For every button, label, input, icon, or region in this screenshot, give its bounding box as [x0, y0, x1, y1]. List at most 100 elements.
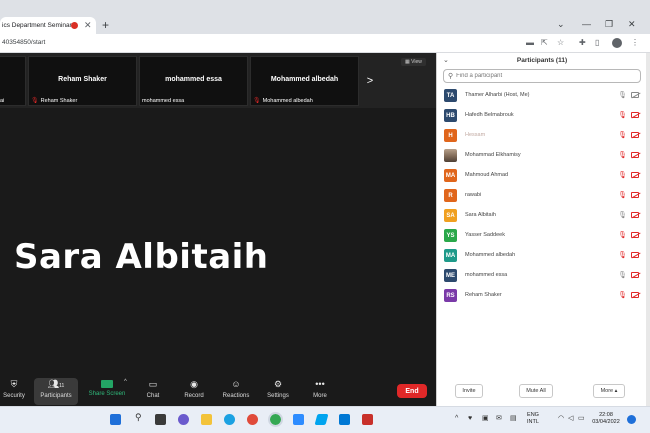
camera-off-icon[interactable] — [631, 112, 639, 118]
mic-icon[interactable]: 🎙︎ — [618, 271, 627, 279]
mute-all-button[interactable]: Mute All — [519, 384, 553, 398]
chrome-icon[interactable] — [268, 412, 283, 427]
muted-mic-icon[interactable]: 🎙︎ — [618, 251, 627, 259]
minimize-button[interactable]: — — [582, 19, 591, 29]
start-windows-icon[interactable] — [110, 414, 121, 425]
video-thumbnail[interactable]: Reham Shaker 🎙︎ Reham Shaker — [28, 56, 137, 106]
bookmark-star-icon[interactable]: ☆ — [557, 38, 564, 48]
meeting-video-area: ai Reham Shaker 🎙︎ Reham Shaker mohammed… — [0, 53, 436, 406]
new-tab-button[interactable]: + — [102, 18, 109, 32]
participant-name: Hessam — [465, 132, 486, 138]
participant-row[interactable]: TA Thamer Alharbi (Host, Me) 🎙︎ — [437, 86, 647, 106]
participant-row[interactable]: H Hessam 🎙︎ — [437, 126, 647, 146]
camera-off-icon[interactable] — [631, 232, 639, 238]
tray-app-icon[interactable]: ♥ — [468, 415, 472, 423]
participant-row[interactable]: RS Reham Shaker 🎙︎ — [437, 286, 647, 306]
pdf-reader-icon[interactable] — [362, 414, 373, 425]
volume-icon[interactable]: ◁ — [568, 415, 573, 423]
camera-off-icon[interactable] — [631, 132, 639, 138]
vscode-icon[interactable] — [314, 414, 329, 425]
settings-label: Settings — [267, 393, 289, 399]
wifi-icon[interactable]: ◠ — [558, 415, 564, 423]
notifications-icon[interactable] — [627, 415, 636, 424]
participants-button[interactable]: 👥︎11 Participants — [34, 378, 78, 405]
firefox-icon[interactable] — [247, 414, 258, 425]
camera-off-icon[interactable] — [631, 272, 639, 278]
muted-mic-icon[interactable]: 🎙︎ — [618, 151, 627, 159]
next-page-button[interactable]: > — [362, 58, 378, 104]
participant-row[interactable]: ME mohammed essa 🎙︎ — [437, 266, 647, 286]
mic-icon[interactable]: 🎙︎ — [618, 91, 627, 99]
camera-icon[interactable] — [631, 92, 639, 98]
participant-row[interactable]: MA Mahmoud Ahmad 🎙︎ — [437, 166, 647, 186]
extensions-icon[interactable]: ✚ — [579, 38, 586, 48]
tray-app-icon[interactable]: ✉ — [496, 415, 502, 423]
more-button[interactable]: ••• More — [298, 378, 342, 405]
camera-off-icon[interactable] — [631, 152, 639, 158]
participant-status-icons: 🎙︎ — [618, 291, 639, 299]
file-explorer-icon[interactable] — [201, 414, 212, 425]
task-view-icon[interactable] — [155, 414, 166, 425]
side-panel-icon[interactable]: ▯ — [595, 38, 599, 48]
share-screen-button[interactable]: Share Screen — [85, 378, 129, 405]
tray-chevron-icon[interactable]: ^ — [455, 415, 458, 423]
more-options-button[interactable]: More ▴ — [593, 384, 625, 398]
muted-mic-icon[interactable]: 🎙︎ — [618, 171, 627, 179]
participant-search[interactable]: ⚲ — [443, 69, 641, 83]
share-icon[interactable]: ⇱ — [541, 38, 548, 48]
camera-off-icon[interactable] — [631, 172, 639, 178]
invite-button[interactable]: Invite — [455, 384, 483, 398]
zoom-app-icon[interactable] — [293, 414, 304, 425]
video-thumbnail[interactable]: ai — [0, 56, 26, 106]
muted-mic-icon[interactable]: 🎙︎ — [618, 291, 627, 299]
language-indicator[interactable]: ENG INTL — [524, 412, 542, 426]
reactions-button[interactable]: ☺ Reactions — [214, 378, 258, 405]
tab-search-icon[interactable]: ⌄ — [557, 19, 565, 29]
edge-browser-icon[interactable] — [224, 414, 235, 425]
camera-off-icon[interactable] — [631, 292, 639, 298]
participant-avatar: R — [444, 189, 457, 202]
tray-app-icon[interactable]: ▣ — [482, 415, 489, 423]
video-thumbnail[interactable]: mohammed essa mohammed essa — [139, 56, 248, 106]
chat-app-icon[interactable] — [178, 414, 189, 425]
profile-avatar[interactable] — [612, 38, 622, 48]
close-window-button[interactable]: ✕ — [628, 19, 636, 29]
participant-row[interactable]: HB Hafedh Belmabrouk 🎙︎ — [437, 106, 647, 126]
participant-row[interactable]: YS Yasser Saddeek 🎙︎ — [437, 226, 647, 246]
muted-mic-icon[interactable]: 🎙︎ — [618, 111, 627, 119]
participant-row[interactable]: MA Mohammed albedah 🎙︎ — [437, 246, 647, 266]
battery-icon[interactable]: ▭ — [578, 415, 585, 423]
participant-row[interactable]: SA Sara Albitaih 🎙︎ — [437, 206, 647, 226]
search-icon[interactable]: ⚲ — [135, 413, 142, 422]
video-thumbnail[interactable]: Mohammed albedah 🎙︎ Mohammed albedah — [250, 56, 359, 106]
search-input[interactable] — [456, 73, 637, 79]
camera-off-icon[interactable] — [631, 252, 639, 258]
participant-row[interactable]: Mohammad Elkhamisy 🎙︎ — [437, 146, 647, 166]
muted-mic-icon[interactable]: 🎙︎ — [618, 131, 627, 139]
camera-permission-icon[interactable]: ▬ — [526, 38, 534, 48]
close-tab-icon[interactable]: ✕ — [84, 19, 92, 31]
participant-row[interactable]: Rrawabi 🎙︎ — [437, 186, 647, 206]
menu-kebab-icon[interactable]: ⋮ — [631, 38, 639, 48]
tray-app-icon[interactable]: ▤ — [510, 415, 517, 423]
mic-icon[interactable]: 🎙︎ — [618, 211, 627, 219]
participant-name: Mohammed albedah — [465, 252, 516, 258]
more-dots-icon: ••• — [315, 379, 325, 389]
restore-button[interactable]: ❐ — [605, 19, 613, 29]
clock[interactable]: 22:08 03/04/2022 — [588, 412, 624, 426]
camera-off-icon[interactable] — [631, 192, 639, 198]
view-button[interactable]: ▦ View — [401, 58, 426, 66]
muted-mic-icon[interactable]: 🎙︎ — [618, 231, 627, 239]
participant-name: Mahmoud Ahmad — [465, 172, 509, 178]
security-button[interactable]: ⛨ Security — [0, 378, 36, 405]
chat-button[interactable]: ▭ Chat — [131, 378, 175, 405]
share-options-chevron-icon[interactable]: ^ — [124, 379, 127, 385]
mail-icon[interactable] — [339, 414, 350, 425]
muted-mic-icon[interactable]: 🎙︎ — [618, 191, 627, 199]
camera-off-icon[interactable] — [631, 212, 639, 218]
url-text[interactable]: 40354850/start — [2, 39, 45, 46]
record-button[interactable]: ◉ Record — [172, 378, 216, 405]
end-meeting-button[interactable]: End — [397, 384, 427, 398]
settings-button[interactable]: ⚙ Settings — [256, 378, 300, 405]
browser-tab[interactable]: ics Department Seminar ✕ — [0, 17, 96, 34]
